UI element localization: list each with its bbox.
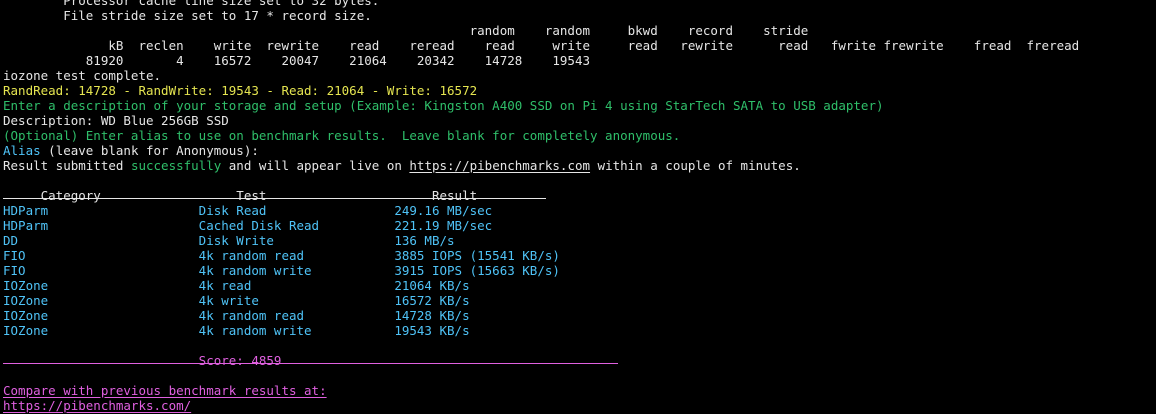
- terminal-text: Processor cache line size set to 32 byte…: [3, 0, 380, 8]
- terminal-text: (Optional) Enter alias to use on benchma…: [3, 128, 681, 143]
- terminal-line: FIO 4k random read 3885 IOPS (15541 KB/s…: [3, 248, 1079, 263]
- terminal-line: FIO 4k random write 3915 IOPS (15663 KB/…: [3, 263, 1079, 278]
- terminal-line: Processor cache line size set to 32 byte…: [3, 0, 1079, 8]
- terminal-line: Description: WD Blue 256GB SSD: [3, 113, 1079, 128]
- terminal-line: https://pibenchmarks.com/: [3, 398, 1079, 413]
- terminal-text: RandRead: 14728 - RandWrite: 19543 - Rea…: [3, 83, 478, 98]
- url-link[interactable]: https://pibenchmarks.com/: [3, 398, 191, 413]
- terminal-line: IOZone 4k random write 19543 KB/s: [3, 323, 1079, 338]
- terminal-text: IOZone 4k write 16572 KB/s: [3, 293, 470, 308]
- terminal-line: IOZone 4k random read 14728 KB/s: [3, 308, 1079, 323]
- terminal-text: Score: 4859: [3, 353, 282, 368]
- terminal-text: iozone test complete.: [3, 68, 162, 83]
- terminal-line: DD Disk Write 136 MB/s: [3, 233, 1079, 248]
- terminal-line: File stride size set to 17 * record size…: [3, 8, 1079, 23]
- terminal-text: Result submitted: [3, 158, 131, 173]
- terminal-text: Description: WD Blue 256GB SSD: [3, 113, 229, 128]
- terminal-line: iozone test complete.: [3, 68, 1079, 83]
- terminal-text: random random bkwd record stride: [3, 23, 809, 38]
- terminal-line: 81920 4 16572 20047 21064 20342 14728 19…: [3, 53, 1079, 68]
- terminal-text: kB reclen write rewrite read reread read…: [3, 38, 1080, 53]
- terminal-text: IOZone 4k random read 14728 KB/s: [3, 308, 470, 323]
- terminal-text: and will appear live on: [221, 158, 410, 173]
- terminal-line: kB reclen write rewrite read reread read…: [3, 38, 1079, 53]
- terminal-text: Compare with previous benchmark results …: [3, 383, 327, 398]
- terminal-text: Enter a description of your storage and …: [3, 98, 884, 113]
- terminal-window[interactable]: Processor cache line size set to 32 byte…: [0, 0, 1156, 414]
- terminal-text: HDParm Disk Read 249.16 MB/sec: [3, 203, 493, 218]
- terminal-line: IOZone 4k read 21064 KB/s: [3, 278, 1079, 293]
- terminal-text: (leave blank for Anonymous):: [40, 143, 259, 158]
- terminal-text: Category Test Result: [3, 188, 478, 203]
- terminal-text: Alias: [3, 143, 41, 158]
- terminal-line: Compare with previous benchmark results …: [3, 383, 1079, 398]
- terminal-text: FIO 4k random read 3885 IOPS (15541 KB/s…: [3, 248, 560, 263]
- terminal-line: HDParm Cached Disk Read 221.19 MB/sec: [3, 218, 1079, 233]
- terminal-line: HDParm Disk Read 249.16 MB/sec: [3, 203, 1079, 218]
- results-table-top-rule: [3, 198, 546, 199]
- terminal-text: DD Disk Write 136 MB/s: [3, 233, 455, 248]
- terminal-line: Result submitted successfully and will a…: [3, 158, 1079, 173]
- terminal-text: File stride size set to 17 * record size…: [3, 8, 372, 23]
- terminal-line: Category Test Result: [3, 188, 1079, 203]
- terminal-text: 81920 4 16572 20047 21064 20342 14728 19…: [3, 53, 590, 68]
- terminal-text: FIO 4k random write 3915 IOPS (15663 KB/…: [3, 263, 560, 278]
- terminal-line: (Optional) Enter alias to use on benchma…: [3, 128, 1079, 143]
- url-link[interactable]: https://pibenchmarks.com: [409, 158, 590, 173]
- terminal-line: RandRead: 14728 - RandWrite: 19543 - Rea…: [3, 83, 1079, 98]
- terminal-line: Alias (leave blank for Anonymous):: [3, 143, 1079, 158]
- terminal-text: IOZone 4k read 21064 KB/s: [3, 278, 470, 293]
- terminal-text: within a couple of minutes.: [590, 158, 801, 173]
- terminal-text: IOZone 4k random write 19543 KB/s: [3, 323, 470, 338]
- terminal-line: random random bkwd record stride: [3, 23, 1079, 38]
- terminal-text: HDParm Cached Disk Read 221.19 MB/sec: [3, 218, 493, 233]
- terminal-text: successfully: [130, 158, 222, 173]
- score-rule: [3, 363, 618, 364]
- terminal-output: Processor cache line size set to 32 byte…: [3, 0, 1079, 414]
- terminal-line: IOZone 4k write 16572 KB/s: [3, 293, 1079, 308]
- terminal-line: Score: 4859: [3, 353, 1079, 368]
- terminal-line: Enter a description of your storage and …: [3, 98, 1079, 113]
